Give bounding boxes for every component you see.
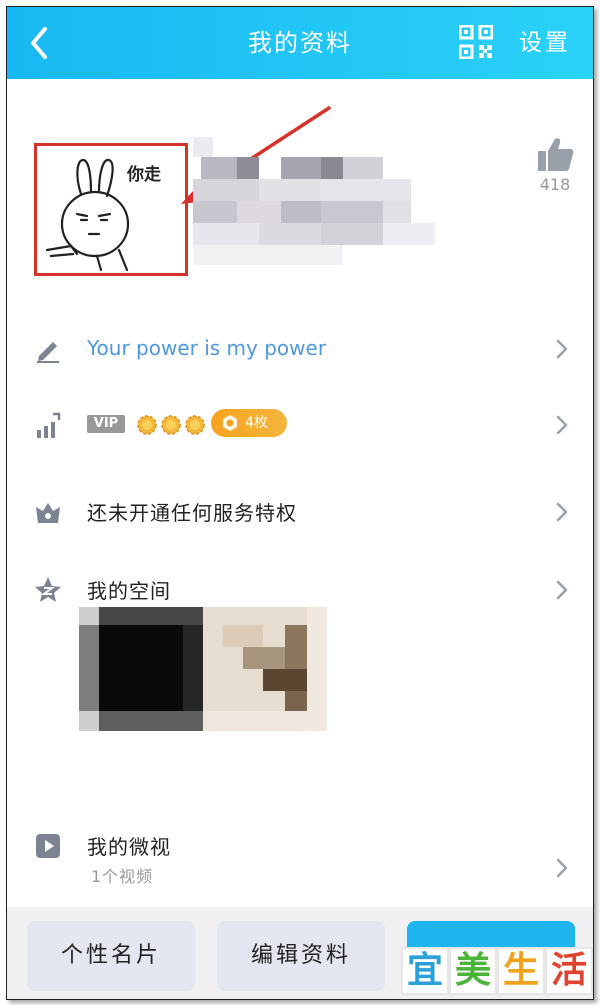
thumbs-up-icon[interactable] [535,135,575,175]
qzone-star-icon [35,577,61,602]
crown-icon [161,415,181,435]
chevron-right-icon [556,415,568,435]
like-count: 418 [539,175,571,194]
video-play-icon [36,834,60,858]
watermark-char: 宜 [401,947,449,995]
medal-icon [223,415,237,431]
space-photo-thumbnails[interactable] [79,607,327,731]
chevron-right-icon [556,858,568,878]
crown-service-icon [36,503,60,523]
service-label: 还未开通任何服务特权 [87,501,297,525]
edit-pencil-icon [37,342,59,363]
service-row[interactable]: 还未开通任何服务特权 [7,477,593,541]
watermark-char: 生 [497,947,545,995]
qr-code-icon[interactable] [459,25,493,59]
vip-badge: VIP [87,415,125,433]
level-chart-icon [37,412,61,438]
crown-icon [137,415,157,435]
avatar[interactable]: 你走 [34,143,188,276]
space-label: 我的空间 [87,579,171,603]
chevron-right-icon [556,580,568,600]
weishi-label: 我的微视 [87,835,171,859]
signature-text: Your power is my power [87,336,327,360]
screen: 我的资料 设置 你走 418 Your power is my power VI… [6,6,594,1000]
blurred-nickname [193,137,435,265]
watermark: 宜 美 生 活 [395,945,593,997]
weishi-row[interactable]: 我的微视 1个视频 [7,815,593,895]
avatar-caption: 你走 [127,165,161,185]
rabbit-avatar-icon [45,158,130,272]
weishi-subtext: 1个视频 [91,867,154,886]
page-title: 我的资料 [248,29,352,57]
crown-icon [185,415,205,435]
chevron-right-icon [556,502,568,522]
watermark-char: 活 [545,947,593,995]
watermark-char: 美 [449,947,497,995]
top-bar: 我的资料 设置 [7,7,593,79]
chevron-right-icon [556,339,568,359]
medal-count: 4枚 [245,415,268,431]
signature-row[interactable]: Your power is my power [7,322,593,378]
medal-count-badge[interactable]: 4枚 [211,409,287,437]
edit-profile-button[interactable]: 编辑资料 [217,921,385,991]
settings-button[interactable]: 设置 [519,7,571,79]
personal-card-button[interactable]: 个性名片 [27,921,195,991]
